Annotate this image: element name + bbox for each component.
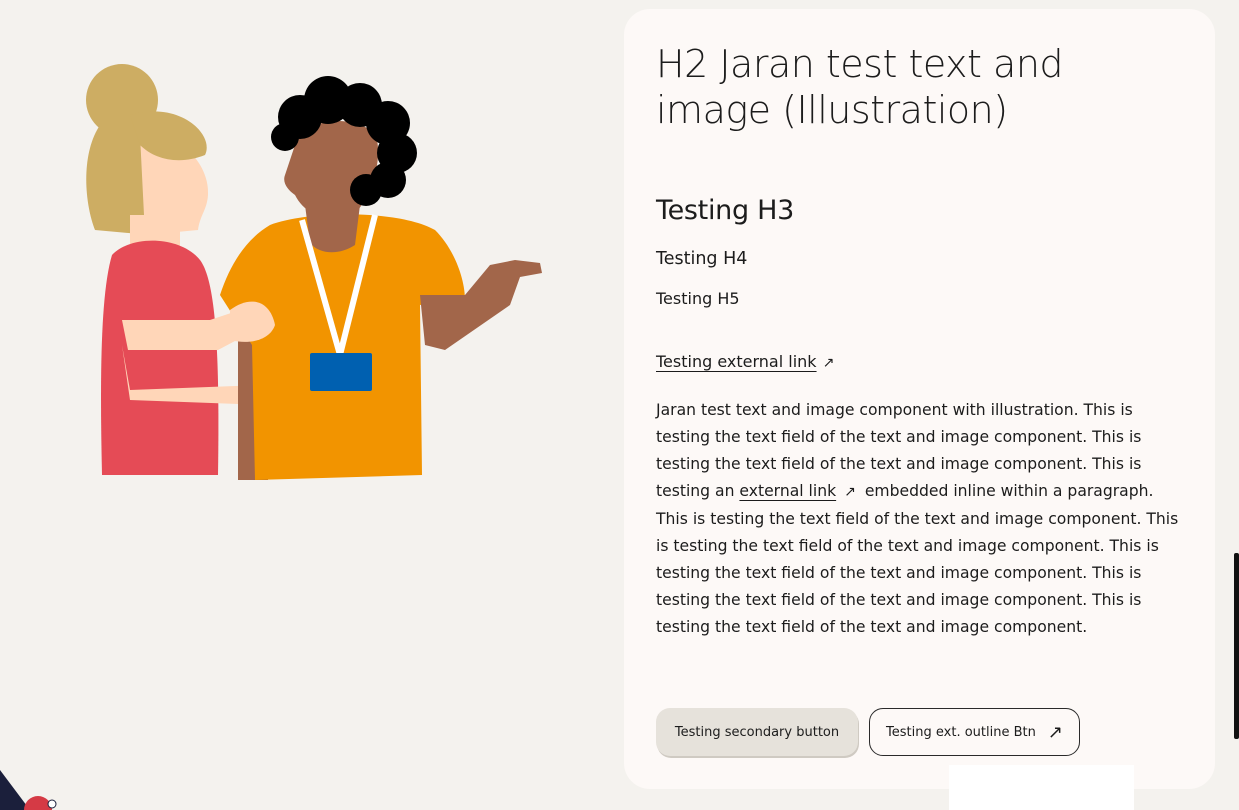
outline-external-button[interactable]: Testing ext. outline Btn ↗ [869,708,1080,756]
id-badge [310,353,372,391]
secondary-button[interactable]: Testing secondary button [656,708,858,756]
corner-widget-icon[interactable] [0,770,60,810]
page-title: H2 Jaran test text and image (Illustrati… [656,42,1064,132]
paragraph-text-end: embedded inline within a paragraph. This… [656,482,1179,636]
heading-h3: Testing H3 [656,195,794,226]
heading-h4: Testing H4 [656,249,748,269]
outline-button-label: Testing ext. outline Btn [886,724,1036,740]
external-link-label: Testing external link [656,352,817,371]
overlay-patch [949,765,1134,810]
woman-dress [101,240,219,475]
heading-h5: Testing H5 [656,289,740,308]
external-link[interactable]: Testing external link ↗ [656,352,834,371]
scrollbar-thumb[interactable] [1234,553,1239,739]
arrow-up-right-icon: ↗ [1047,721,1063,743]
text-image-card: H2 Jaran test text and image (Illustrati… [624,9,1215,789]
inline-external-link[interactable]: external link [739,482,836,500]
body-paragraph: Jaran test text and image component with… [656,397,1186,641]
arrow-up-right-icon: ↗ [844,484,856,500]
arrow-up-right-icon: ↗ [822,355,835,371]
people-talking-illustration [86,64,542,480]
